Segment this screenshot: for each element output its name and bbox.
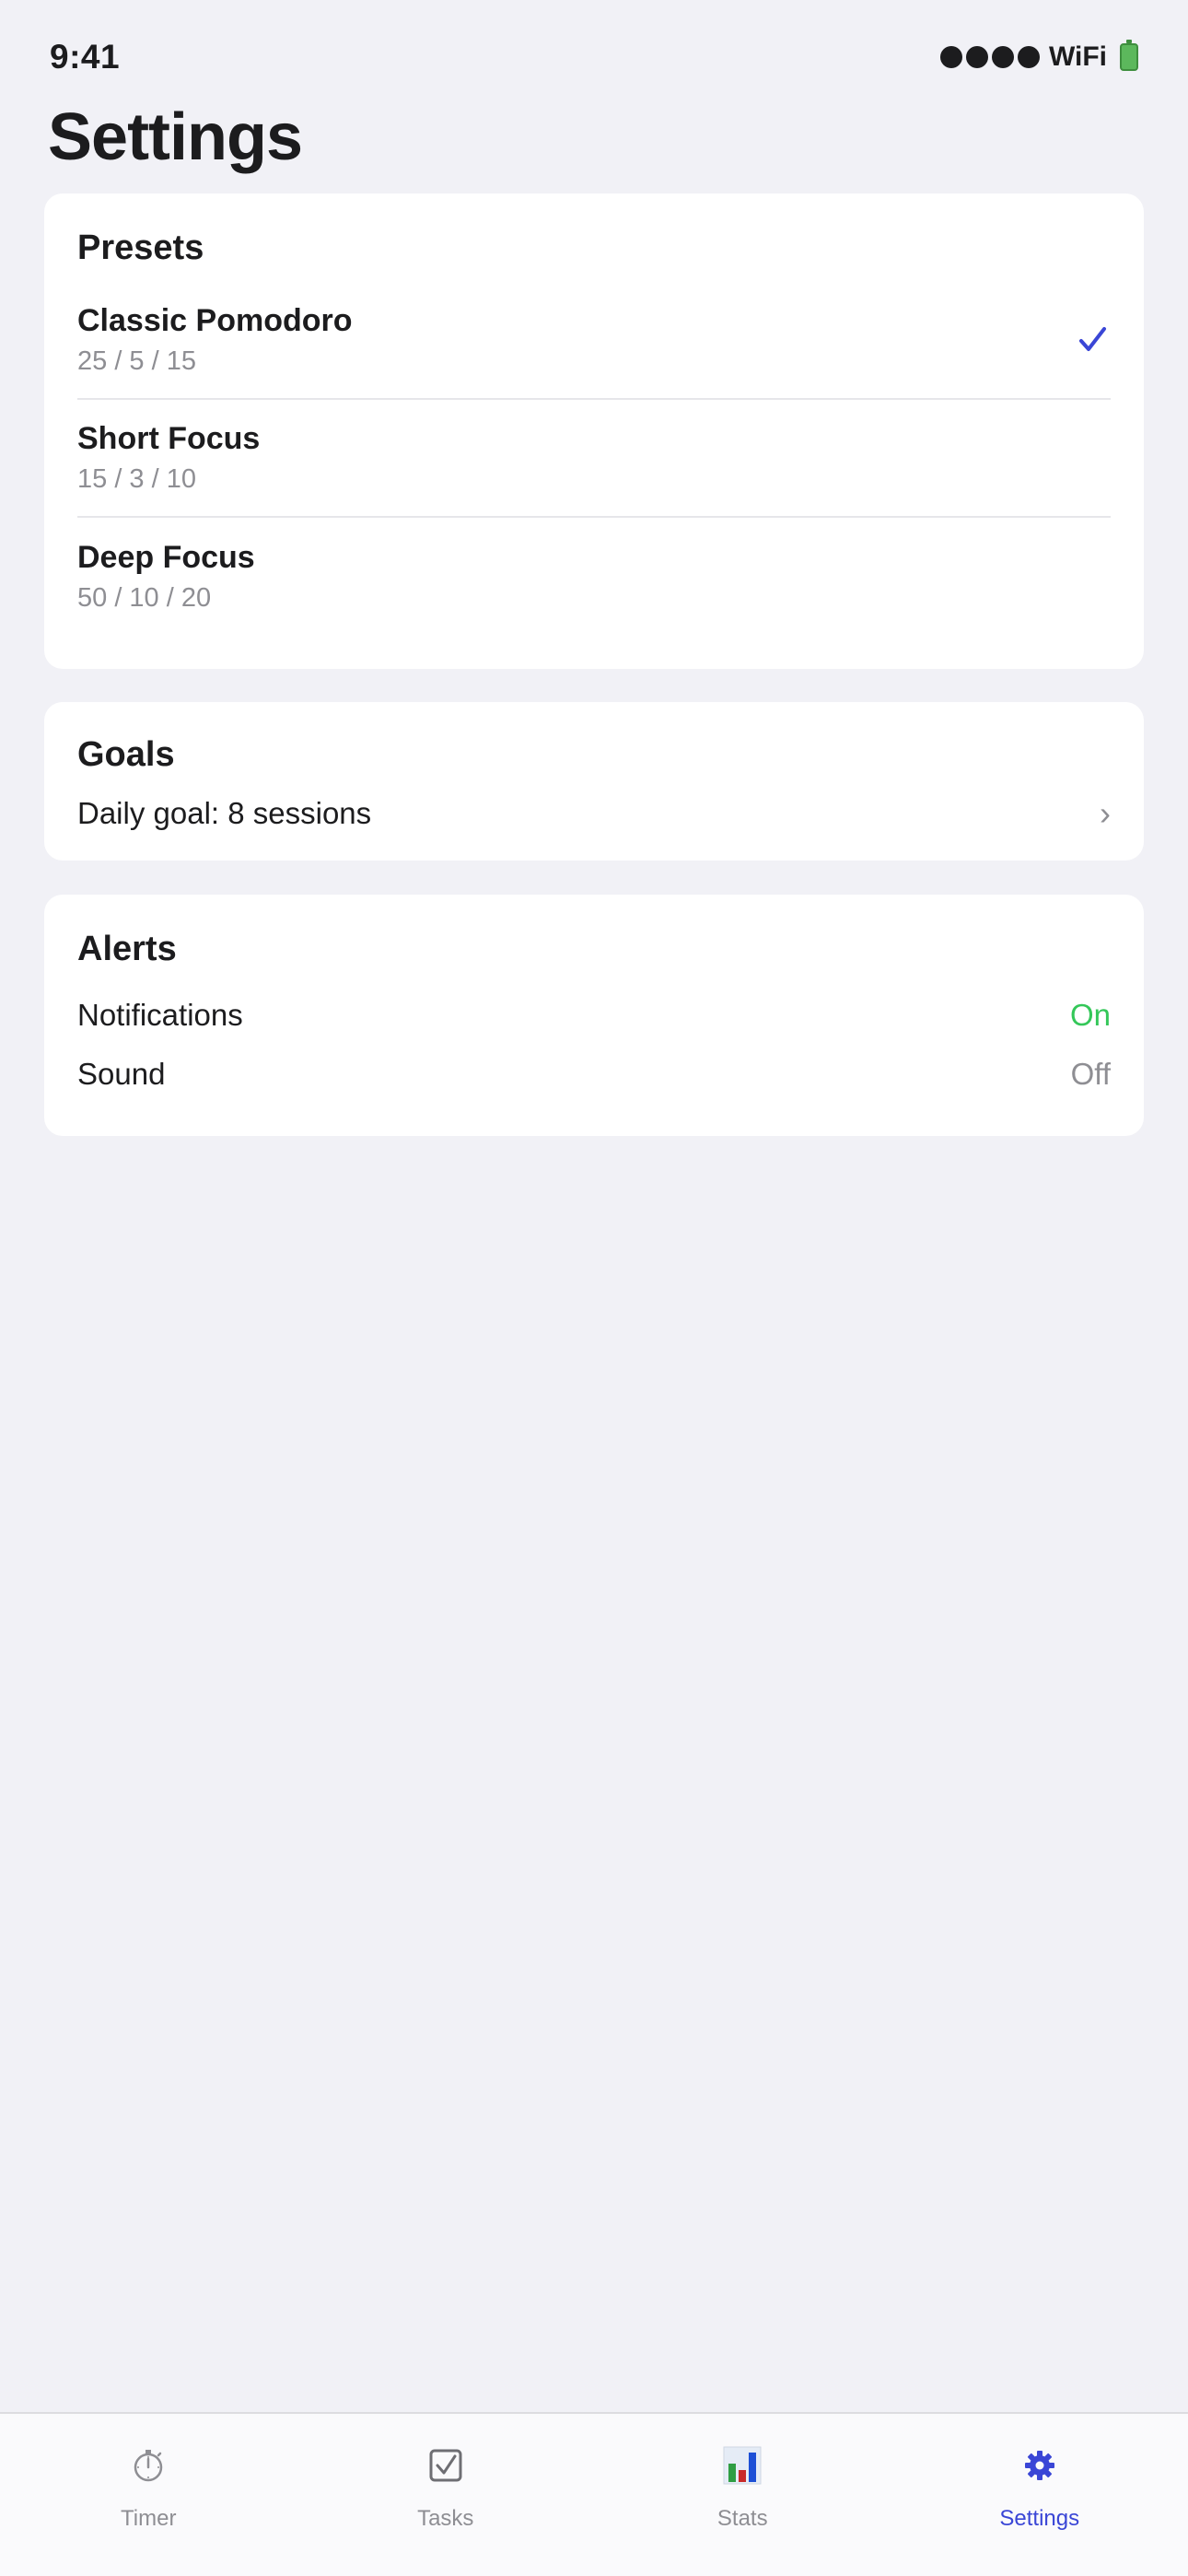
- preset-times: 25 / 5 / 15: [77, 346, 196, 376]
- alerts-card: Alerts Notifications On Sound Off: [44, 895, 1144, 1136]
- checkbox-icon: [429, 2449, 462, 2482]
- tab-settings[interactable]: Settings: [891, 2414, 1188, 2576]
- notifications-row[interactable]: Notifications On: [77, 992, 1111, 1038]
- preset-times: 15 / 3 / 10: [77, 464, 196, 494]
- presets-title: Presets: [77, 228, 204, 267]
- sound-row[interactable]: Sound Off: [77, 1051, 1111, 1097]
- notifications-label: Notifications: [77, 998, 243, 1032]
- page-title: Settings: [48, 100, 303, 174]
- battery-icon: [1120, 40, 1138, 71]
- alerts-title: Alerts: [77, 930, 177, 968]
- preset-row-deep-focus[interactable]: Deep Focus 50 / 10 / 20: [77, 518, 1111, 636]
- preset-name: Short Focus: [77, 421, 261, 456]
- tab-label: Settings: [999, 2506, 1080, 2531]
- tab-stats[interactable]: Stats: [594, 2414, 891, 2576]
- preset-row-classic-pomodoro[interactable]: Classic Pomodoro 25 / 5 / 15: [77, 282, 1111, 400]
- tab-label: Timer: [121, 2506, 177, 2531]
- preset-text: Deep Focus 50 / 10 / 20: [77, 537, 255, 616]
- preset-name: Classic Pomodoro: [77, 303, 353, 338]
- sound-toggle-value[interactable]: Off: [1071, 1057, 1111, 1092]
- signal-dots-icon: [939, 46, 1040, 68]
- status-bar: 9:41 WiFi: [50, 33, 1138, 81]
- goals-card: Goals Daily goal: 8 sessions ›: [44, 702, 1144, 861]
- goals-title: Goals: [77, 735, 175, 774]
- chevron-right-icon: ›: [1100, 794, 1111, 832]
- tab-tasks[interactable]: Tasks: [297, 2414, 595, 2576]
- preset-name: Deep Focus: [77, 540, 255, 575]
- preset-text: Short Focus 15 / 3 / 10: [77, 418, 260, 498]
- daily-goal-label: Daily goal: 8 sessions: [77, 796, 372, 830]
- wifi-label: WiFi: [1048, 41, 1107, 72]
- tab-label: Tasks: [417, 2506, 474, 2531]
- preset-row-short-focus[interactable]: Short Focus 15 / 3 / 10: [77, 400, 1111, 518]
- status-indicators: WiFi: [939, 40, 1138, 73]
- settings-screen: 9:41 WiFi Settings Presets Classic Pomod…: [0, 0, 1188, 2576]
- tab-label: Stats: [716, 2506, 768, 2531]
- preset-text: Classic Pomodoro 25 / 5 / 15: [77, 300, 353, 380]
- stopwatch-icon: [134, 2450, 163, 2482]
- preset-times: 50 / 10 / 20: [77, 583, 212, 613]
- presets-card: Presets Classic Pomodoro 25 / 5 / 15 Sho…: [44, 193, 1144, 669]
- status-time: 9:41: [50, 38, 121, 76]
- gear-icon: [1024, 2451, 1054, 2480]
- tab-bar: Timer Tasks Stats Settings: [0, 2412, 1188, 2576]
- daily-goal-row[interactable]: Daily goal: 8 sessions ›: [77, 790, 1111, 837]
- tab-timer[interactable]: Timer: [0, 2414, 297, 2576]
- sound-label: Sound: [77, 1057, 166, 1091]
- bar-chart-icon: [723, 2446, 762, 2485]
- checkmark-icon: [1079, 327, 1106, 351]
- notifications-toggle-value[interactable]: On: [1070, 998, 1111, 1033]
